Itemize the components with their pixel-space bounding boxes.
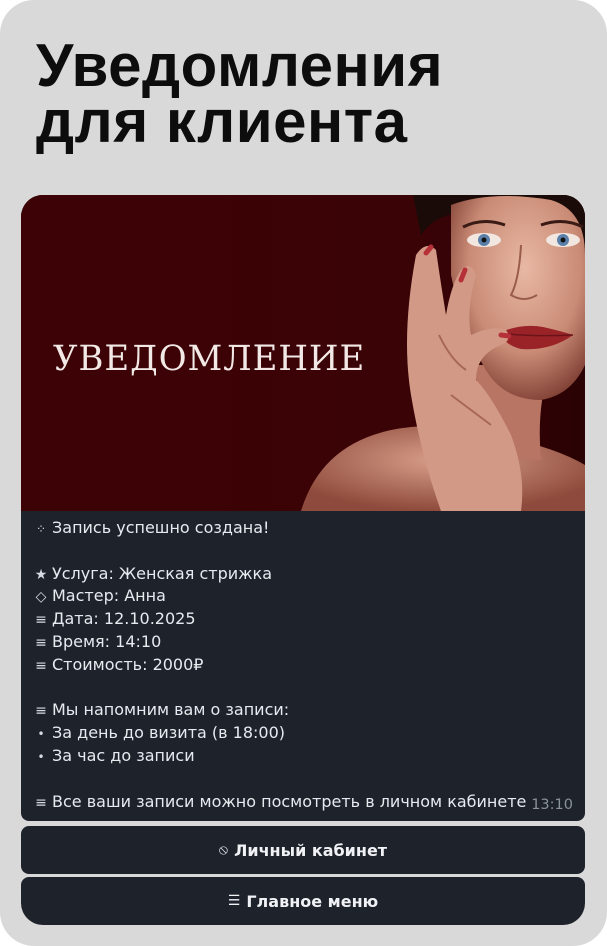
message-line-time: ≡ Время: 14:10	[34, 631, 574, 654]
date-text: Дата: 12.10.2025	[52, 609, 196, 629]
notification-banner-image: УВЕДОМЛЕНИЕ	[21, 195, 585, 511]
message-timestamp: 13:10	[531, 797, 573, 813]
message-line-status: ⁘ Запись успешно создана!	[34, 517, 574, 540]
menu-lines-icon: ≡	[35, 794, 47, 811]
no-entry-icon: ⦸	[218, 842, 229, 858]
service-text: Услуга: Женская стрижка	[52, 563, 272, 583]
message-line-reminder-2: • За час до записи	[34, 745, 574, 768]
master-text: Мастер: Анна	[52, 586, 166, 606]
cabinet-note-text: Все ваши записи можно посмотреть в лично…	[52, 791, 527, 811]
message-line-reminder-1: • За день до визита (в 18:00)	[34, 722, 574, 745]
reminder-item-text: За день до визита (в 18:00)	[52, 723, 286, 743]
message-line-cabinet-note: ≡ Все ваши записи можно посмотреть в лич…	[34, 791, 574, 814]
menu-lines-icon: ≡	[35, 703, 47, 720]
message-line-service: ★ Услуга: Женская стрижка	[34, 563, 574, 586]
message-line-master: ◇ Мастер: Анна	[34, 585, 574, 608]
page-title-line-2: для клиента	[36, 88, 408, 155]
reminder-title-text: Мы напомним вам о записи:	[52, 700, 290, 720]
price-text: Стоимость: 2000₽	[52, 654, 204, 674]
time-text: Время: 14:10	[52, 631, 162, 651]
menu-lines-icon: ≡	[35, 634, 47, 651]
message-text: ⁘ Запись успешно создана! ★ Услуга: Женс…	[34, 517, 574, 813]
reminder-item-text: За час до записи	[52, 745, 195, 765]
menu-lines-icon: ≡	[35, 657, 47, 674]
star-icon: ★	[34, 566, 48, 583]
message-bubble: УВЕДОМЛЕНИЕ ⁘ Запись успешно создана! ★ …	[21, 195, 585, 821]
promo-card: Уведомления для клиента УВЕДОМЛЕНИЕ ⁘ За…	[0, 0, 607, 946]
cabinet-button[interactable]: ⦸ Личный кабинет	[21, 826, 585, 874]
message-line-price: ≡ Стоимость: 2000₽	[34, 654, 574, 677]
main-menu-button[interactable]: ☰ Главное меню	[21, 877, 585, 925]
status-text: Запись успешно создана!	[52, 518, 270, 537]
sparkle-icon: ⁘	[35, 522, 47, 536]
menu-lines-icon: ≡	[35, 612, 47, 629]
chat-message-group: УВЕДОМЛЕНИЕ ⁘ Запись успешно создана! ★ …	[21, 195, 585, 925]
message-line-reminder-title: ≡ Мы напомним вам о записи:	[34, 699, 574, 722]
message-line-date: ≡ Дата: 12.10.2025	[34, 608, 574, 631]
banner-title: УВЕДОМЛЕНИЕ	[53, 339, 366, 379]
page-title: Уведомления для клиента	[36, 32, 576, 155]
hamburger-icon: ☰	[227, 893, 241, 909]
bullet-icon: •	[37, 749, 45, 764]
main-menu-button-label: Главное меню	[246, 891, 379, 911]
page-title-line-1: Уведомления	[36, 32, 444, 99]
cabinet-button-label: Личный кабинет	[234, 840, 388, 860]
bullet-icon: •	[37, 727, 45, 742]
diamond-icon: ◇	[35, 589, 47, 606]
